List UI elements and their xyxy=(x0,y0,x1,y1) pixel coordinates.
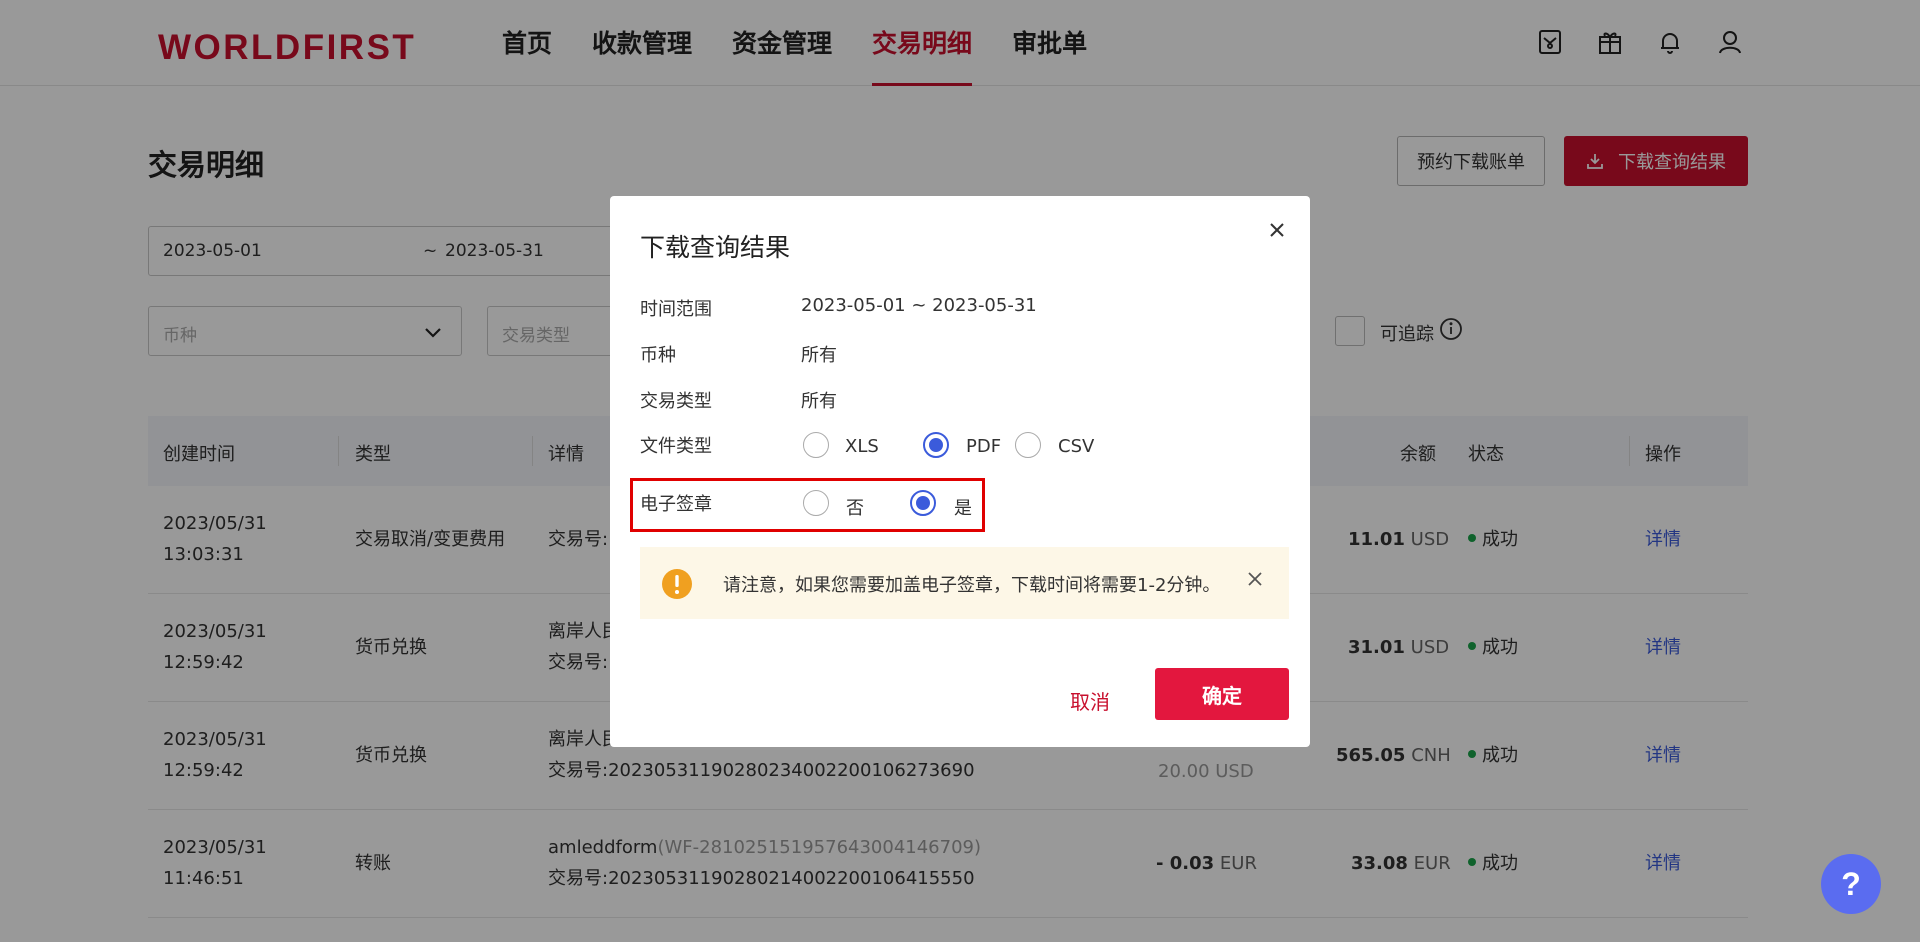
e-signature-no-label[interactable]: 否 xyxy=(846,494,864,520)
file-type-xls-radio[interactable] xyxy=(803,432,829,458)
file-type-label: 文件类型 xyxy=(640,436,712,457)
confirm-button[interactable]: 确定 xyxy=(1155,668,1289,720)
dialog-title: 下载查询结果 xyxy=(640,233,791,262)
currency-value: 所有 xyxy=(801,345,837,366)
e-signature-no-radio[interactable] xyxy=(803,490,829,516)
e-signature-yes-radio[interactable] xyxy=(910,490,936,516)
file-type-pdf-label[interactable]: PDF xyxy=(966,436,1001,457)
time-range-value: 2023-05-01 ~ 2023-05-31 xyxy=(801,295,1037,316)
close-icon[interactable] xyxy=(1245,569,1265,589)
file-type-pdf-radio[interactable] xyxy=(923,432,949,458)
cancel-button[interactable]: 取消 xyxy=(1050,680,1130,720)
notice-text: 请注意，如果您需要加盖电子签章，下载时间将需要1-2分钟。 xyxy=(723,575,1221,596)
e-signature-yes-label[interactable]: 是 xyxy=(954,494,972,520)
time-range-label: 时间范围 xyxy=(640,299,712,320)
transaction-type-label: 交易类型 xyxy=(640,391,712,412)
transaction-type-value: 所有 xyxy=(801,391,837,412)
help-button[interactable]: ? xyxy=(1821,854,1881,914)
file-type-xls-label[interactable]: XLS xyxy=(845,436,879,457)
file-type-csv-radio[interactable] xyxy=(1015,432,1041,458)
download-results-dialog: 下载查询结果 时间范围 2023-05-01 ~ 2023-05-31 币种 所… xyxy=(610,196,1310,747)
warning-icon xyxy=(662,569,692,599)
e-signature-label: 电子签章 xyxy=(640,494,712,515)
notice-banner: 请注意，如果您需要加盖电子签章，下载时间将需要1-2分钟。 xyxy=(640,547,1289,619)
currency-label: 币种 xyxy=(640,345,676,366)
file-type-csv-label[interactable]: CSV xyxy=(1058,436,1094,457)
close-icon[interactable] xyxy=(1265,218,1289,242)
